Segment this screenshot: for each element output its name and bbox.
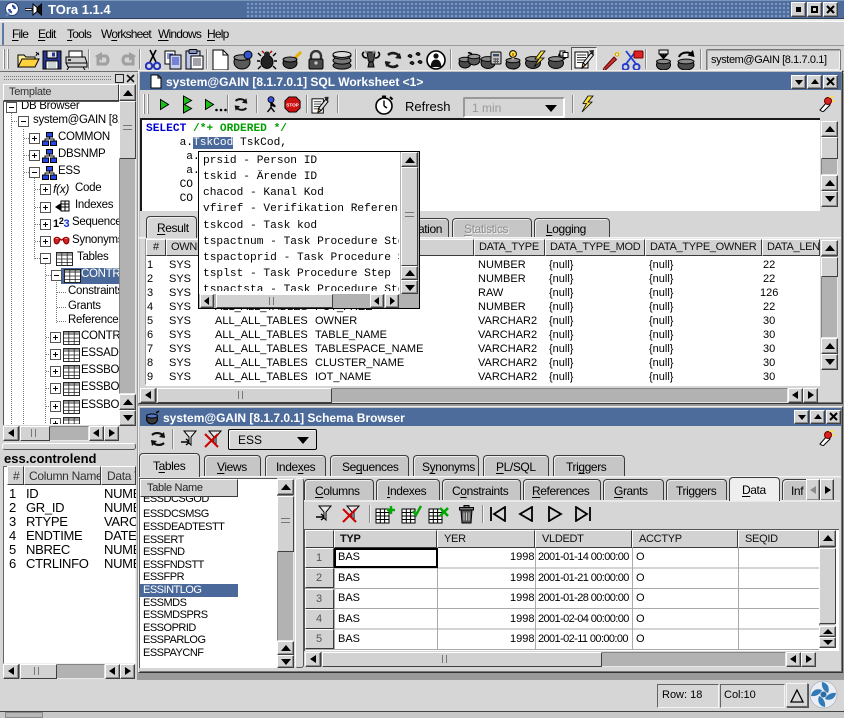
- svg-text:STOP: STOP: [286, 103, 299, 108]
